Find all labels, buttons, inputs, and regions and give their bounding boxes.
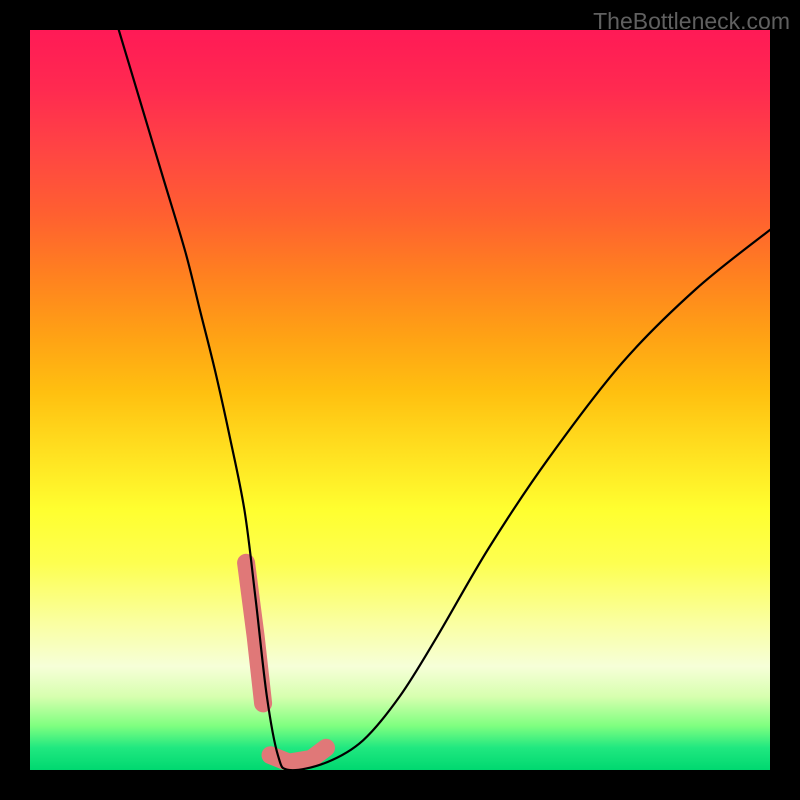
bottleneck-curve bbox=[119, 30, 770, 770]
chart-container: TheBottleneck.com bbox=[0, 0, 800, 800]
curve-layer bbox=[30, 30, 770, 770]
pink-highlight bbox=[246, 563, 326, 763]
plot-area bbox=[30, 30, 770, 770]
watermark-text: TheBottleneck.com bbox=[593, 8, 790, 35]
